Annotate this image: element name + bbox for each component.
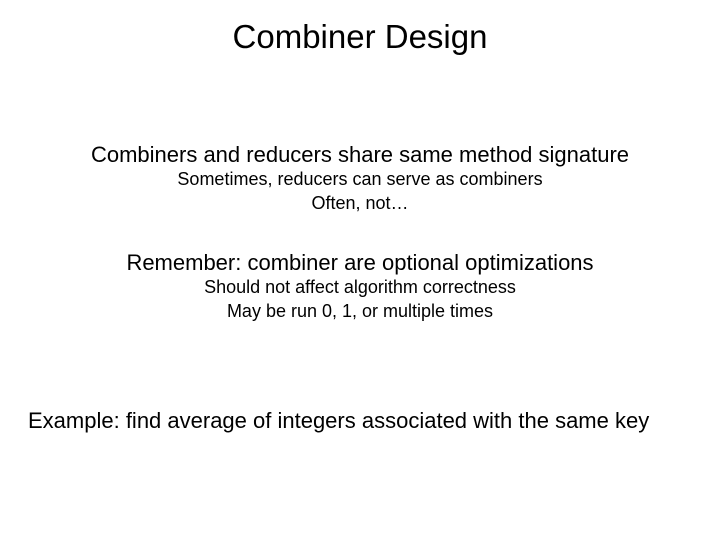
sub-text: Should not affect algorithm correctness: [0, 277, 720, 299]
lead-text: Combiners and reducers share same method…: [0, 142, 720, 167]
example-text: Example: find average of integers associ…: [28, 408, 692, 434]
sub-text: Often, not…: [0, 193, 720, 215]
slide-title: Combiner Design: [0, 18, 720, 56]
block-optimizations: Remember: combiner are optional optimiza…: [0, 250, 720, 322]
sub-text: Sometimes, reducers can serve as combine…: [0, 169, 720, 191]
sub-text: May be run 0, 1, or multiple times: [0, 301, 720, 323]
lead-text: Remember: combiner are optional optimiza…: [0, 250, 720, 275]
slide: Combiner Design Combiners and reducers s…: [0, 0, 720, 540]
block-signature: Combiners and reducers share same method…: [0, 142, 720, 214]
